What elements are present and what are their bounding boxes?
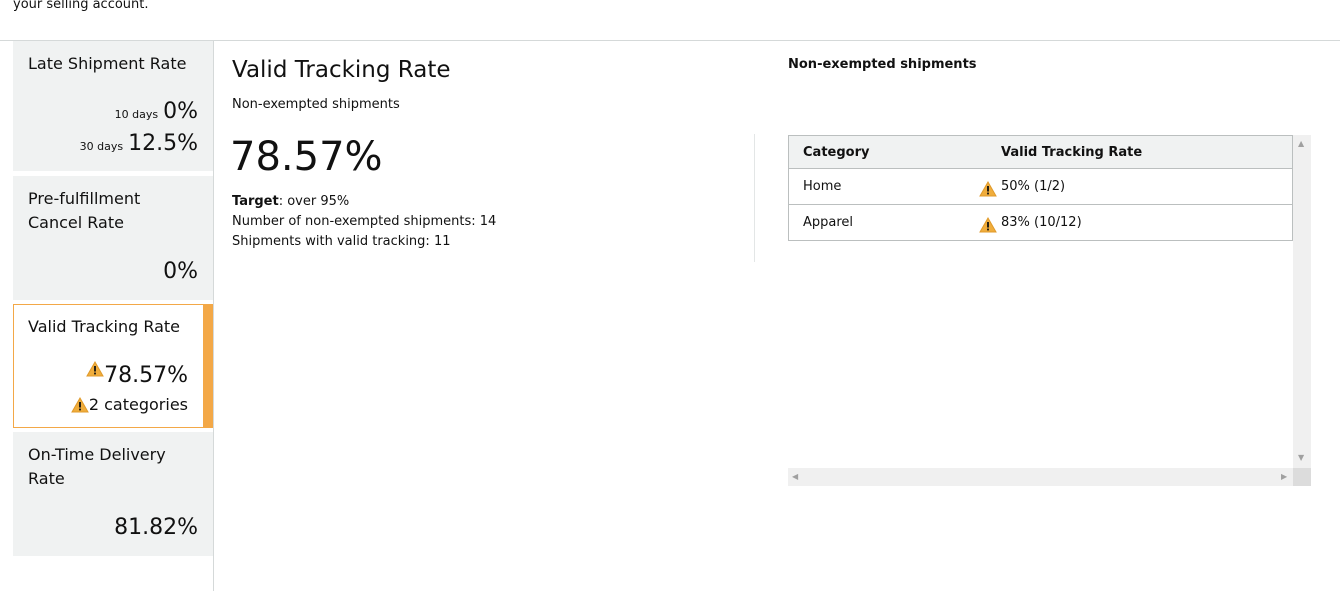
period-value: 12.5%: [128, 131, 198, 156]
metrics-sidebar: Late Shipment Rate 10 days 0% 30 days 12…: [13, 41, 214, 591]
page-subtitle: Non-exempted shipments: [232, 97, 400, 112]
category-table: Category Valid Tracking Rate Home 50% (1…: [788, 135, 1311, 486]
target-line: Target: over 95%: [232, 192, 496, 212]
scroll-right-icon[interactable]: ▶: [1281, 472, 1287, 481]
card-title: Late Shipment Rate: [28, 54, 187, 73]
page-title: Valid Tracking Rate: [232, 57, 451, 83]
valid-tracking-count: Shipments with valid tracking: 11: [232, 234, 451, 249]
selected-indicator: [203, 304, 213, 427]
table-row: Apparel 83% (10/12): [788, 205, 1293, 241]
warning-icon: [979, 180, 997, 197]
card-value: 81.82%: [114, 515, 198, 540]
horizontal-scrollbar[interactable]: ◀ ▶: [788, 468, 1293, 486]
pre-fulfillment-cancel-rate-card[interactable]: Pre-fulfillment Cancel Rate 0%: [13, 176, 213, 300]
table-row: Home 50% (1/2): [788, 169, 1293, 205]
sidebar-divider: [213, 41, 214, 591]
on-time-delivery-rate-card[interactable]: On-Time Delivery Rate 81.82%: [13, 432, 213, 556]
rate-cell: 83% (10/12): [979, 205, 1082, 240]
metric-details: Target: over 95% Number of non-exempted …: [232, 192, 496, 252]
target-label: Target: [232, 194, 279, 209]
late-shipment-rate-card[interactable]: Late Shipment Rate 10 days 0% 30 days 12…: [13, 41, 213, 171]
warning-icon: [86, 360, 104, 377]
card-value-row: 78.57%: [86, 360, 188, 388]
warning-icon: [70, 396, 89, 413]
card-title: Valid Tracking Rate: [28, 317, 181, 336]
vertical-scrollbar[interactable]: ▲ ▼: [1293, 135, 1311, 468]
intro-text: your selling account.: [13, 0, 149, 12]
category-cell: Apparel: [803, 215, 854, 230]
period-label: 30 days: [79, 140, 124, 153]
scrollbar-corner: [1293, 468, 1311, 486]
card-categories-row: 2 categories: [70, 395, 188, 414]
valid-tracking-rate-value: 78.57%: [230, 134, 383, 180]
card-value: 78.57%: [104, 363, 188, 388]
card-title: Pre-fulfillment Cancel Rate: [28, 189, 141, 232]
right-panel-title: Non-exempted shipments: [788, 57, 977, 72]
scroll-down-icon[interactable]: ▼: [1298, 453, 1304, 462]
target-value: : over 95%: [278, 194, 350, 209]
scroll-left-icon[interactable]: ◀: [792, 472, 798, 481]
non-exempted-count: Number of non-exempted shipments: 14: [232, 214, 497, 229]
rate-value: 50% (1/2): [1001, 179, 1066, 194]
card-value: 0%: [163, 259, 198, 284]
column-header-category: Category: [803, 144, 870, 160]
rate-value: 83% (10/12): [1001, 215, 1082, 230]
category-cell: Home: [803, 179, 842, 194]
rate-cell: 50% (1/2): [979, 169, 1065, 204]
card-title: On-Time Delivery Rate: [28, 445, 166, 488]
valid-tracking-rate-card[interactable]: Valid Tracking Rate 78.57% 2 categories: [13, 304, 213, 428]
period-value: 0%: [163, 99, 198, 124]
late-shipment-30-days: 30 days 12.5%: [80, 131, 198, 156]
section-divider: [754, 134, 755, 262]
late-shipment-10-days: 10 days 0%: [115, 99, 198, 124]
period-label: 10 days: [114, 108, 159, 121]
warning-icon: [979, 216, 997, 233]
table-header: Category Valid Tracking Rate: [788, 135, 1293, 169]
scroll-up-icon[interactable]: ▲: [1298, 139, 1304, 148]
column-header-valid-tracking-rate: Valid Tracking Rate: [1001, 144, 1143, 160]
categories-count: 2 categories: [88, 395, 188, 414]
